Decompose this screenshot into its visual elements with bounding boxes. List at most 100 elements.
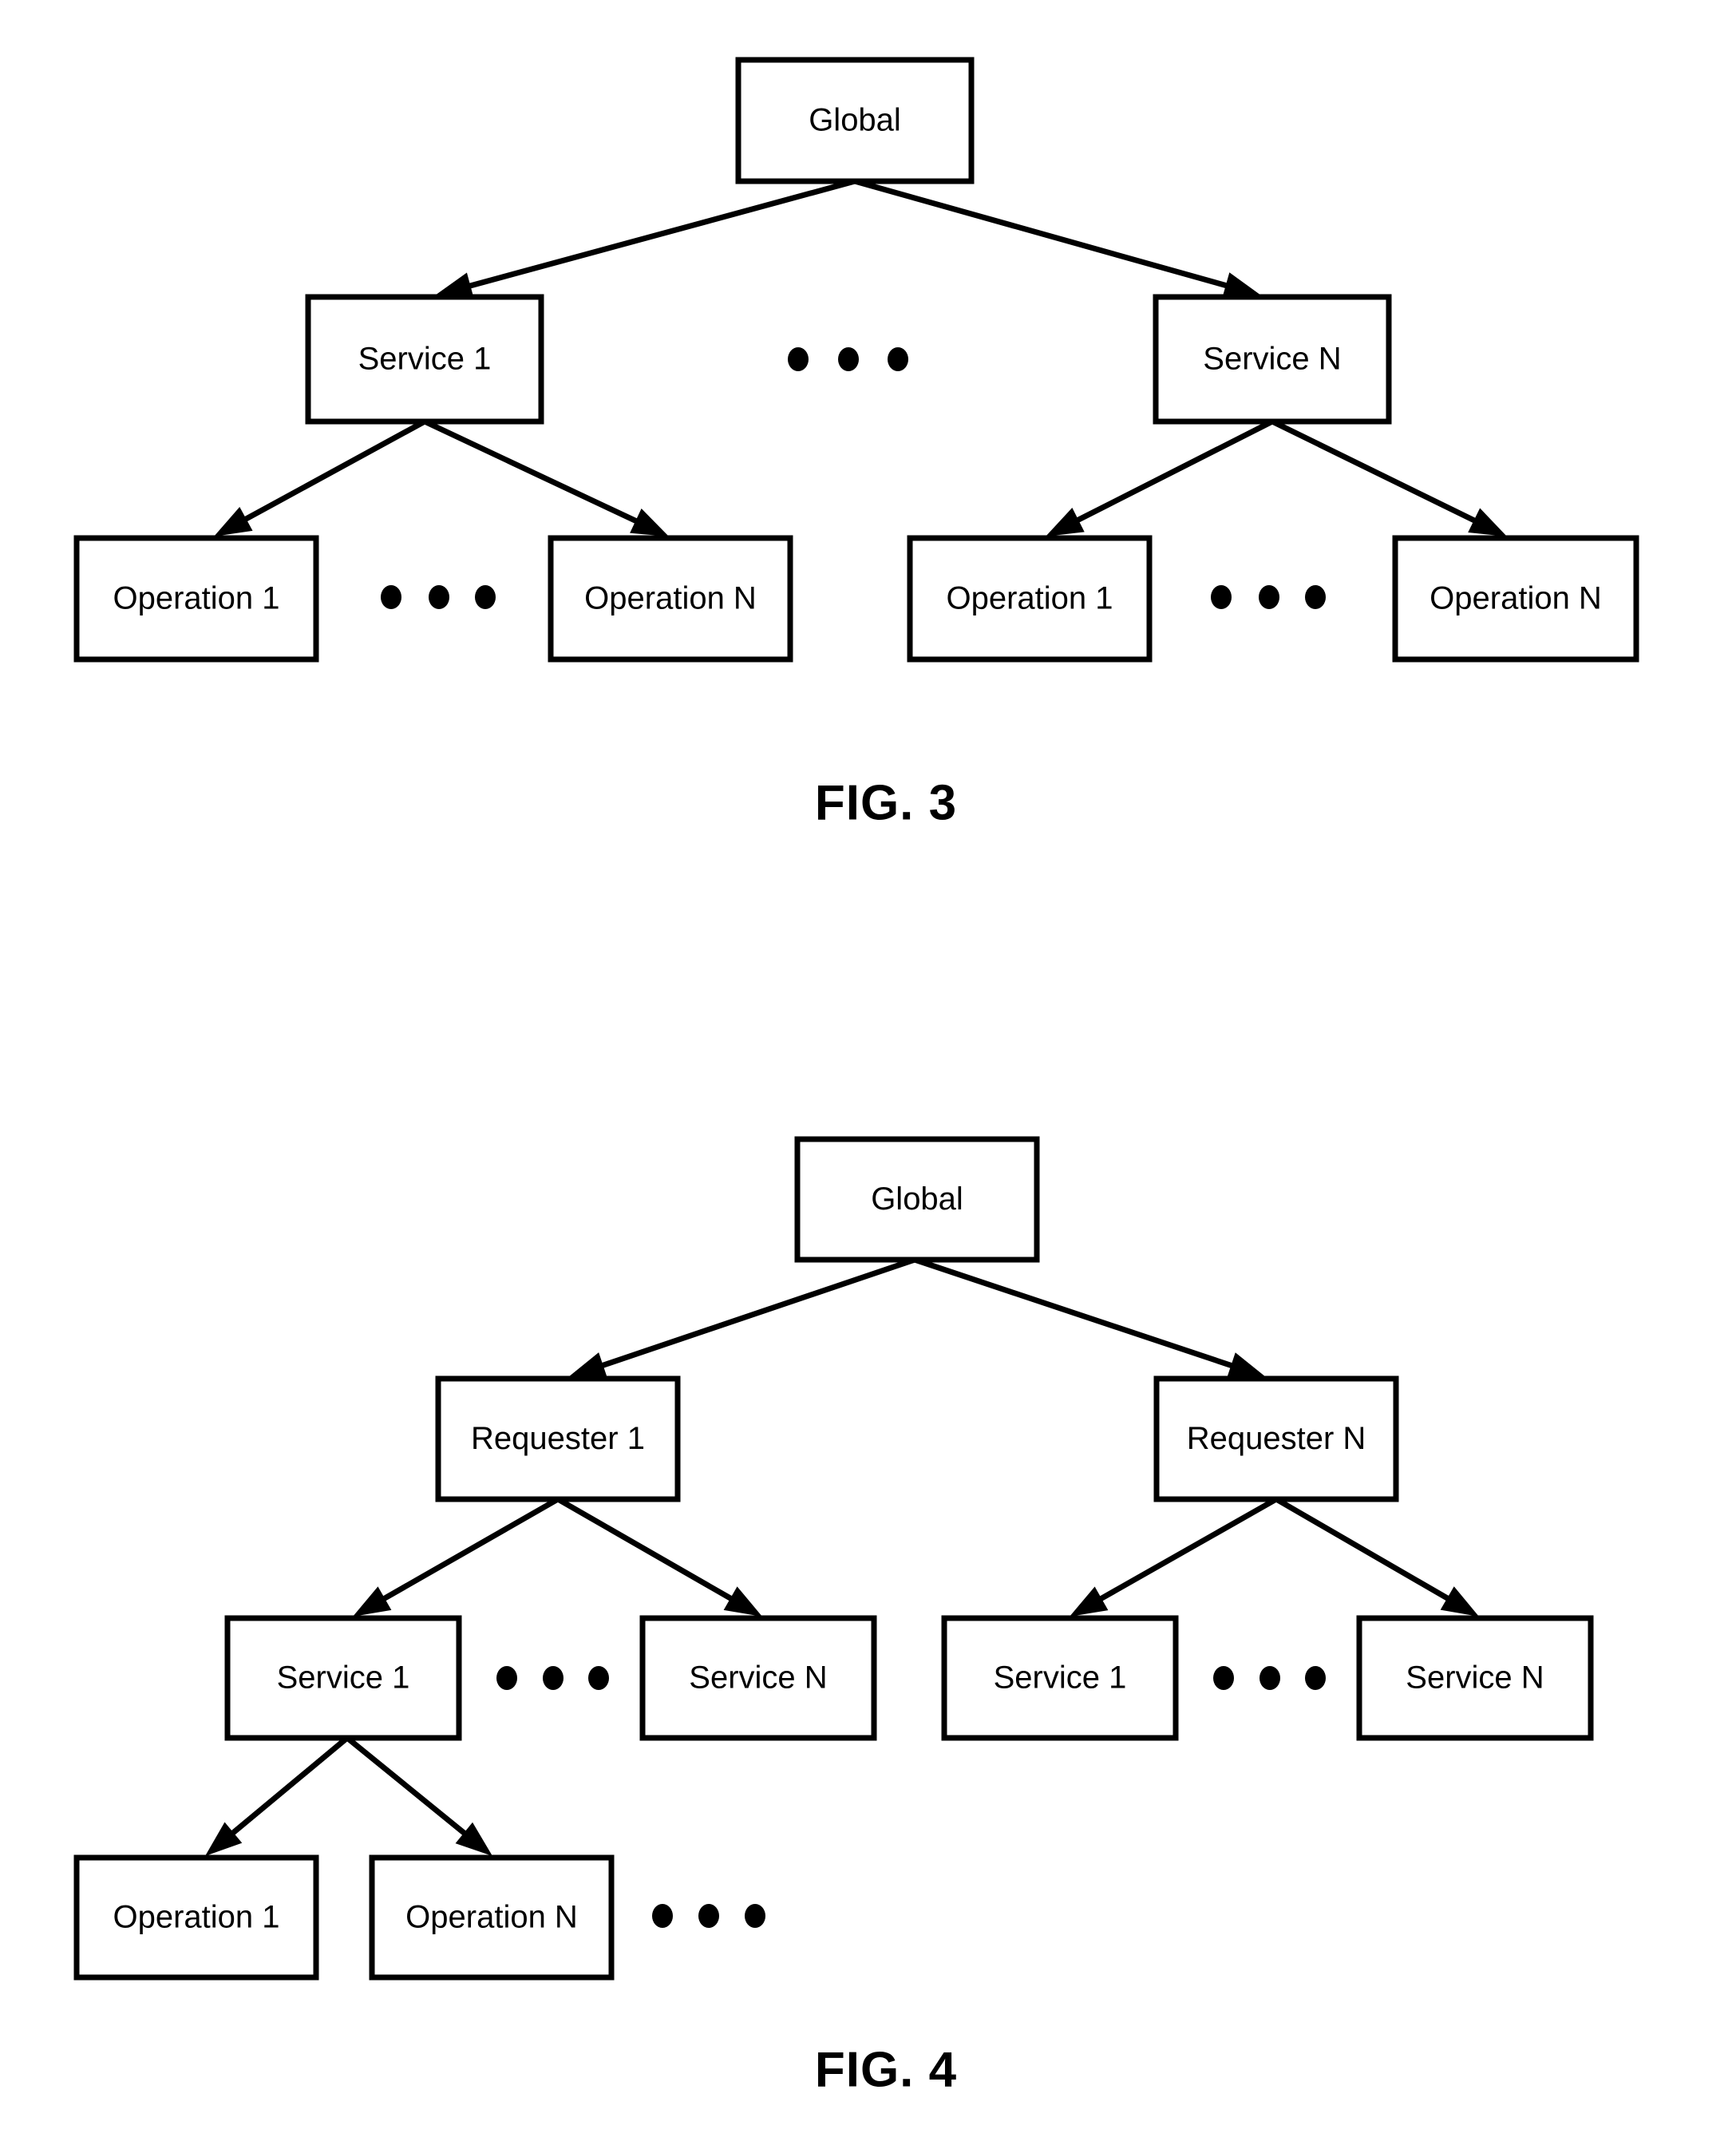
ellipsis-dot-icon <box>588 1666 609 1690</box>
arrowhead-icon <box>214 507 253 536</box>
node-label: Operation 1 <box>113 581 279 616</box>
edge-line <box>465 178 856 290</box>
figure-caption: FIG. 4 <box>815 2042 957 2097</box>
ellipsis-dots-icon <box>652 1904 765 1928</box>
ellipsis-dot-icon <box>1259 1666 1280 1690</box>
node-label: Service N <box>1406 1660 1544 1696</box>
node-operation-1[interactable]: Operation 1 <box>73 535 319 663</box>
ellipsis-dot-icon <box>543 1666 564 1690</box>
node-label: Service N <box>689 1660 827 1696</box>
ellipsis-dots-icon <box>381 585 496 609</box>
edge-line <box>854 178 1232 290</box>
ellipsis-dot-icon <box>888 347 908 371</box>
edge-line <box>1271 418 1480 525</box>
edge-fig4-global-to-fig4-requester-1 <box>568 1257 916 1379</box>
ellipsis-dot-icon <box>1259 585 1279 609</box>
edge-fig3-service-n-to-fig3-op-nb <box>1271 418 1507 536</box>
figure-4: Global Requester 1 Requester N Service 1 Ser… <box>73 1136 1594 2097</box>
ellipsis-dot-icon <box>698 1904 719 1928</box>
node-label: Global <box>809 103 901 138</box>
node-label: Operation 1 <box>113 1900 279 1935</box>
arrowhead-icon <box>1070 1586 1109 1617</box>
ellipsis-dot-icon <box>745 1904 765 1928</box>
edge-fig4-requester-1-to-fig4-service-1a <box>353 1496 560 1617</box>
edge-line <box>423 418 642 526</box>
edge-fig4-requester-n-to-fig4-service-nb <box>1275 1496 1479 1617</box>
node-requester-1[interactable]: Requester 1 <box>435 1375 681 1502</box>
edge-line <box>378 1496 560 1604</box>
edge-line <box>1073 418 1274 525</box>
arrowhead-icon <box>1440 1586 1479 1617</box>
ellipsis-dot-icon <box>475 585 496 609</box>
ellipsis-dot-icon <box>1213 1666 1234 1690</box>
node-service-n[interactable]: Service N <box>1356 1615 1594 1741</box>
node-service-n[interactable]: Service N <box>639 1615 877 1741</box>
arrowhead-icon <box>1226 1352 1266 1379</box>
ellipsis-dots-icon <box>1211 585 1326 609</box>
node-label: Operation N <box>1430 581 1602 616</box>
node-label: Service 1 <box>358 342 492 377</box>
ellipsis-dot-icon <box>1305 1666 1326 1690</box>
edge-line <box>1275 1496 1453 1603</box>
arrowhead-icon <box>1046 508 1085 536</box>
edge-line <box>227 1735 350 1838</box>
figure-caption: FIG. 3 <box>815 775 957 830</box>
node-service-1[interactable]: Service 1 <box>941 1615 1179 1741</box>
node-label: Operation N <box>405 1900 578 1935</box>
node-label: Operation N <box>584 581 757 616</box>
node-global[interactable]: Global <box>735 57 975 184</box>
node-global[interactable]: Global <box>794 1136 1040 1263</box>
ellipsis-dot-icon <box>1211 585 1232 609</box>
edge-line <box>913 1257 1237 1370</box>
edge-fig3-service-1-to-fig3-op-na <box>423 418 669 536</box>
node-service-n[interactable]: Service N <box>1153 294 1392 425</box>
arrowhead-icon <box>630 509 669 536</box>
ellipsis-dots-icon <box>496 1666 609 1690</box>
ellipsis-dots-icon <box>788 347 908 371</box>
node-service-1[interactable]: Service 1 <box>224 1615 462 1741</box>
node-label: Requester N <box>1187 1421 1366 1456</box>
edge-line <box>556 1496 737 1604</box>
node-label: Requester 1 <box>471 1421 645 1456</box>
node-label: Service 1 <box>994 1660 1127 1696</box>
edge-fig4-global-to-fig4-requester-n <box>913 1257 1266 1379</box>
edge-line <box>597 1257 916 1370</box>
node-operation-1[interactable]: Operation 1 <box>907 535 1153 663</box>
node-operation-1[interactable]: Operation 1 <box>73 1854 319 1981</box>
arrowhead-icon <box>1468 508 1507 536</box>
figure-3: Global Service 1 Service N Operation 1 Opera… <box>73 57 1639 830</box>
node-label: Service N <box>1203 342 1341 377</box>
node-operation-n[interactable]: Operation N <box>548 535 793 663</box>
edge-fig4-service-1a-to-fig4-op-n <box>345 1735 492 1856</box>
node-service-1[interactable]: Service 1 <box>305 294 544 425</box>
ellipsis-dot-icon <box>1305 585 1326 609</box>
ellipsis-dot-icon <box>429 585 449 609</box>
ellipsis-dot-icon <box>838 347 859 371</box>
node-label: Global <box>871 1181 963 1217</box>
edge-fig4-service-1a-to-fig4-op-1 <box>205 1735 350 1856</box>
ellipsis-dot-icon <box>788 347 809 371</box>
edge-line <box>345 1735 470 1838</box>
ellipsis-dot-icon <box>381 585 401 609</box>
edge-line <box>1096 1496 1278 1604</box>
patent-figure-page: Global Service 1 Service N Operation 1 Opera… <box>0 0 1736 2153</box>
arrowhead-icon <box>353 1586 392 1617</box>
ellipsis-dots-icon <box>1213 1666 1326 1690</box>
edge-fig3-service-1-to-fig3-op-1a <box>214 418 426 536</box>
diagram-canvas: Global Service 1 Service N Operation 1 Opera… <box>73 57 1639 2097</box>
node-label: Service 1 <box>277 1660 410 1696</box>
node-requester-n[interactable]: Requester N <box>1153 1375 1399 1502</box>
edge-fig4-requester-n-to-fig4-service-1b <box>1070 1496 1278 1617</box>
edge-fig3-service-n-to-fig3-op-1b <box>1046 418 1274 536</box>
edge-fig4-requester-1-to-fig4-service-na <box>556 1496 762 1617</box>
node-operation-n[interactable]: Operation N <box>369 1854 615 1981</box>
edge-fig3-global-to-fig3-service-n <box>854 178 1261 299</box>
node-operation-n[interactable]: Operation N <box>1392 535 1639 663</box>
ellipsis-dot-icon <box>496 1666 517 1690</box>
edge-line <box>240 418 426 524</box>
arrowhead-icon <box>568 1352 608 1379</box>
arrowhead-icon <box>723 1586 762 1617</box>
node-label: Operation 1 <box>946 581 1113 616</box>
ellipsis-dot-icon <box>652 1904 673 1928</box>
edge-fig3-global-to-fig3-service-1 <box>435 178 856 299</box>
